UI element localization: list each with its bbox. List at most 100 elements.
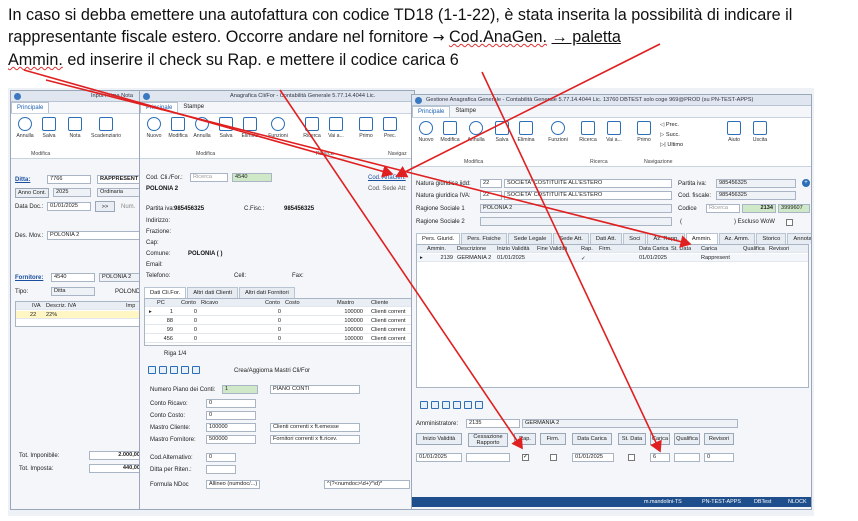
natgiu-iva-select[interactable]: SOCIETA' COSTITUITE ALL'ESTERO bbox=[504, 191, 672, 200]
piva-input[interactable]: 985456325 bbox=[716, 179, 796, 188]
cessazione-input[interactable] bbox=[466, 453, 510, 462]
formula-select[interactable]: Allineo (numdoc/...) bbox=[206, 480, 260, 489]
edit-row-icon[interactable] bbox=[431, 401, 439, 409]
aiuto-button[interactable]: Aiuto bbox=[722, 121, 746, 143]
salva-button[interactable]: Salva bbox=[214, 117, 238, 139]
tab-altri-dati-fornitori[interactable]: Altri dati Fornitori bbox=[238, 287, 295, 298]
modifica-button[interactable]: Modifica bbox=[438, 121, 462, 143]
fornitore-input[interactable]: 4540 bbox=[51, 273, 95, 282]
qualifica-button[interactable]: Qualifica bbox=[674, 433, 700, 445]
uscita-button[interactable]: Uscita bbox=[748, 121, 772, 143]
tab-altri-dati-clienti[interactable]: Altri dati Clienti bbox=[187, 287, 238, 298]
ditta-riten-input[interactable] bbox=[206, 465, 236, 474]
nuovo-button[interactable]: Nuovo bbox=[414, 121, 438, 143]
save-row-icon[interactable] bbox=[181, 366, 189, 374]
conto-costo-input[interactable]: 0 bbox=[206, 411, 256, 420]
delete-row-icon[interactable] bbox=[442, 401, 450, 409]
elimina-button[interactable]: Elimina bbox=[238, 117, 262, 139]
refresh-icon[interactable] bbox=[464, 401, 472, 409]
data-doc-input[interactable]: 01/01/2025 bbox=[47, 202, 91, 211]
nuovo-button[interactable]: Nuovo bbox=[142, 117, 166, 139]
ragsoc1-input[interactable]: POLONIA 2 bbox=[480, 204, 672, 213]
ultimo-button[interactable]: ▷| Ultimo bbox=[660, 142, 683, 148]
annulla-button[interactable]: Annulla bbox=[190, 117, 214, 139]
revisori-input[interactable]: 0 bbox=[704, 453, 734, 462]
des-mov-input[interactable]: POLONIA 2 bbox=[47, 231, 143, 240]
ricerca-button[interactable]: Ricerca bbox=[300, 117, 324, 139]
firm-checkbox[interactable] bbox=[550, 454, 557, 461]
revisori-button[interactable]: Revisori bbox=[704, 433, 734, 445]
table-row[interactable]: 99 0 0 100000 Clienti corrent bbox=[145, 326, 411, 334]
num-piano-input[interactable]: 1 bbox=[222, 385, 258, 394]
salva-button[interactable]: Salva bbox=[37, 117, 61, 139]
tab-dati-clifor[interactable]: Dati Cli.For. bbox=[144, 287, 187, 298]
tab-dati-att[interactable]: Dati Att. bbox=[589, 233, 623, 244]
tipo-select[interactable]: Ditta bbox=[51, 287, 95, 296]
data-carica-button[interactable]: Data Carica bbox=[572, 433, 612, 445]
st-data-checkbox[interactable] bbox=[628, 454, 635, 461]
annulla-button[interactable]: Annulla bbox=[464, 121, 488, 143]
tab-principale[interactable]: Principale bbox=[11, 102, 50, 113]
qualifica-input[interactable] bbox=[674, 453, 700, 462]
firm-button[interactable]: Firm. bbox=[540, 433, 566, 445]
cod-anagen-link[interactable]: Cod. AnaGen. bbox=[368, 175, 406, 181]
codice-input[interactable]: 2134 bbox=[742, 204, 776, 213]
data-carica-input[interactable]: 01/01/2025 bbox=[572, 453, 614, 462]
vai-a-button[interactable]: Vai a... bbox=[324, 117, 348, 139]
cessazione-rapporto-button[interactable]: Cessazione Rapporto bbox=[468, 433, 508, 447]
add-row-icon[interactable] bbox=[148, 366, 156, 374]
funzioni-button[interactable]: Funzioni bbox=[266, 117, 290, 139]
mastro-cliente-input[interactable]: 100000 bbox=[206, 423, 256, 432]
rap-grid-checkbox[interactable]: ✓ bbox=[581, 255, 586, 263]
tab-az-rapp[interactable]: Az. Rapp. bbox=[647, 233, 685, 244]
nota-button[interactable]: Nota bbox=[63, 117, 87, 139]
primo-button[interactable]: Primo bbox=[632, 121, 656, 143]
anno-select[interactable]: 2025 bbox=[53, 188, 91, 197]
ordinaria-select[interactable]: Ordinaria bbox=[97, 188, 143, 197]
codcli-input[interactable]: 4540 bbox=[232, 173, 272, 182]
st-data-button[interactable]: St. Data bbox=[618, 433, 646, 445]
carica-input[interactable]: 6 bbox=[650, 453, 670, 462]
natgiu-select[interactable]: SOCIETA' COSTITUITE ALL'ESTERO bbox=[504, 179, 672, 188]
annulla-button[interactable]: Annulla bbox=[13, 117, 37, 139]
amministratore-input[interactable]: 2135 bbox=[466, 419, 520, 428]
prec-button[interactable]: ◁ Prec. bbox=[660, 122, 679, 128]
tab-sede-legale[interactable]: Sede Legale bbox=[507, 233, 553, 244]
table-row[interactable]: ▸ 1 0 0 100000 Clienti corrent bbox=[145, 308, 411, 316]
modifica-button[interactable]: Modifica bbox=[166, 117, 190, 139]
mastro-fornitore-input[interactable]: 500000 bbox=[206, 435, 256, 444]
inizio-validita-input[interactable]: 01/01/2025 bbox=[416, 453, 462, 462]
formula-expression[interactable]: ^(?<numdoc>\d+)^\d)* bbox=[324, 480, 410, 489]
rap-button[interactable]: Rap. bbox=[514, 433, 536, 445]
tab-stampe[interactable]: Stampe bbox=[178, 102, 209, 113]
tab-ammin[interactable]: Ammin. bbox=[685, 233, 718, 244]
escluso-wow-checkbox[interactable] bbox=[786, 219, 793, 226]
tab-pers-fisiche[interactable]: Pers. Fisiche bbox=[461, 233, 507, 244]
natgiu-iva-code-select[interactable]: 22 bbox=[480, 191, 502, 200]
delete-row-icon[interactable] bbox=[170, 366, 178, 374]
tab-principale[interactable]: Principale bbox=[140, 102, 179, 113]
anno-cont-button[interactable]: Anno Cont. bbox=[15, 188, 49, 198]
vai-a-button[interactable]: Vai a... bbox=[602, 121, 626, 143]
table-row[interactable]: 88 0 0 100000 Clienti corrent bbox=[145, 317, 411, 325]
ricerca-button[interactable]: Ricerca bbox=[576, 121, 600, 143]
fornitore-link[interactable]: Fornitore: bbox=[15, 275, 43, 281]
tab-pers-giurid[interactable]: Pers. Giurid. bbox=[416, 233, 461, 244]
add-row-icon[interactable] bbox=[420, 401, 428, 409]
edit-row-icon[interactable] bbox=[159, 366, 167, 374]
codice-search-input[interactable]: Ricerca bbox=[706, 204, 740, 213]
tab-annotazioni[interactable]: Annotazioni bbox=[787, 233, 811, 244]
rap-checkbox[interactable]: ✓ bbox=[522, 454, 529, 461]
prec-button[interactable]: Prec. bbox=[378, 117, 402, 139]
tab-soci[interactable]: Soci bbox=[623, 233, 647, 244]
ragsoc2-input[interactable] bbox=[480, 217, 672, 226]
save-row-icon[interactable] bbox=[453, 401, 461, 409]
inizio-validita-button[interactable]: Inizio Validità bbox=[416, 433, 462, 445]
ditta-input[interactable]: 7766 bbox=[47, 175, 91, 184]
codcli-search-input[interactable]: Ricerca bbox=[190, 173, 228, 182]
primo-button[interactable]: Primo bbox=[354, 117, 378, 139]
salva-button[interactable]: Salva bbox=[490, 121, 514, 143]
crea-mastri-button[interactable]: Crea/Aggiorna Mastri Cli/For bbox=[234, 368, 310, 374]
elimina-button[interactable]: Elimina bbox=[514, 121, 538, 143]
next-doc-button[interactable]: >> bbox=[95, 201, 115, 212]
